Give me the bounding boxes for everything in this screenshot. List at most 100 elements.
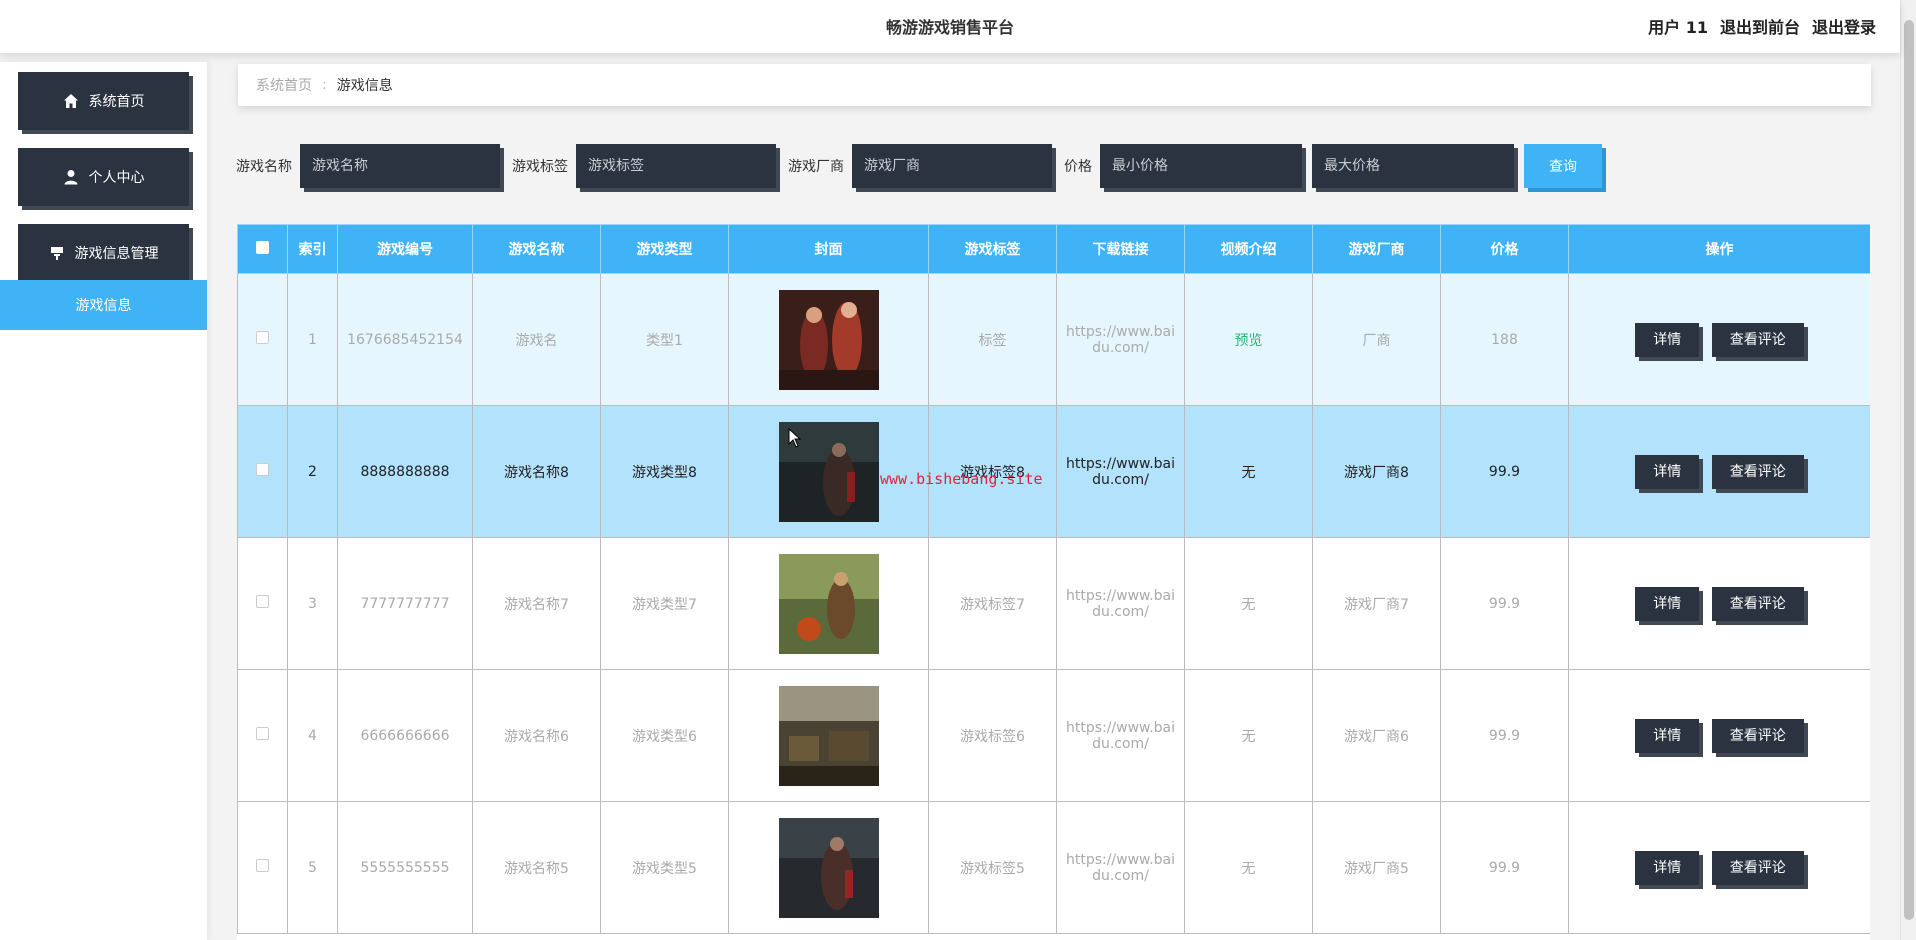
price-label: 价格 [1064,159,1092,175]
cell-actions: 详情 查看评论 [1568,537,1870,670]
cell-price: 99.9 [1440,801,1569,934]
cover-image [778,553,879,654]
row-select-cell [237,669,288,802]
home-icon [63,94,78,108]
sidebar-item-game-manage[interactable]: 游戏信息管理 [18,224,189,282]
detail-button[interactable]: 详情 [1635,718,1700,753]
detail-button[interactable]: 详情 [1635,850,1700,885]
table-row[interactable]: 1 1676685452154 游戏名 类型1 标签 https://www.b… [237,273,1870,406]
row-select-cell [237,801,288,934]
cell-cover [728,669,929,802]
cell-index: 3 [287,537,338,670]
sidebar-item-personal[interactable]: 个人中心 [18,148,189,206]
search-button[interactable]: 查询 [1524,144,1602,188]
cell-name: 游戏名称7 [472,537,601,670]
row-checkbox[interactable] [256,727,269,740]
game-name-input[interactable] [300,144,500,188]
logout-link[interactable]: 退出登录 [1812,14,1876,38]
cover-image [778,685,879,786]
breadcrumb: 系统首页 : 游戏信息 [238,64,1871,106]
cell-video: 无 [1184,801,1313,934]
name-label: 游戏名称 [236,159,292,175]
cell-code: 8888888888 [337,405,473,538]
cell-tag: 游戏标签6 [928,669,1057,802]
row-checkbox[interactable] [256,595,269,608]
mouse-cursor-icon [788,428,802,448]
vendor-label: 游戏厂商 [788,159,844,175]
select-all-cell[interactable] [237,224,288,274]
sidebar-subitem-game-info[interactable]: 游戏信息 [0,280,207,330]
cell-type: 游戏类型5 [600,801,729,934]
col-header: 封面 [728,224,929,274]
top-header: 畅游游戏销售平台 用户 11 退出到前台 退出登录 [0,0,1900,53]
tag-label: 游戏标签 [512,159,568,175]
view-comments-button[interactable]: 查看评论 [1711,850,1804,885]
breadcrumb-home[interactable]: 系统首页 [256,75,312,95]
cell-vendor: 厂商 [1312,273,1441,406]
row-checkbox[interactable] [256,859,269,872]
cell-code: 5555555555 [337,801,473,934]
col-header: 索引 [287,224,338,274]
cell-tag: 标签 [928,273,1057,406]
table-row[interactable]: 4 6666666666 游戏名称6 游戏类型6 游戏标签6 https://w… [237,669,1870,802]
col-header: 游戏标签 [928,224,1057,274]
watermark-text: www.bishebang.site [880,470,1043,488]
game-tag-input[interactable] [576,144,776,188]
cell-video: 无 [1184,669,1313,802]
view-comments-button[interactable]: 查看评论 [1711,718,1804,753]
cell-link[interactable]: https://www.baidu.com/ [1056,669,1185,802]
cell-tag: 游戏标签7 [928,537,1057,670]
cell-link[interactable]: https://www.baidu.com/ [1056,273,1185,406]
row-checkbox[interactable] [256,463,269,476]
breadcrumb-separator: : [322,77,327,93]
view-comments-button[interactable]: 查看评论 [1711,454,1804,489]
page-scrollbar[interactable] [1900,0,1916,940]
cell-cover [728,801,929,934]
cell-link[interactable]: https://www.baidu.com/ [1056,801,1185,934]
table-row[interactable]: 5 5555555555 游戏名称5 游戏类型5 游戏标签5 https://w… [237,801,1870,934]
col-header: 价格 [1440,224,1569,274]
user-area: 用户 11 退出到前台 退出登录 [1648,14,1876,38]
cell-index: 1 [287,273,338,406]
max-price-input[interactable] [1312,144,1514,188]
manage-icon [50,247,63,260]
cell-tag: 游戏标签5 [928,801,1057,934]
sidebar: 系统首页 个人中心 游戏信息管理 游戏信息 [0,62,207,940]
to-front-link[interactable]: 退出到前台 [1720,14,1800,38]
app-title: 畅游游戏销售平台 [885,18,1014,37]
game-vendor-input[interactable] [852,144,1052,188]
row-checkbox[interactable] [256,331,269,344]
table-header-row: 索引 游戏编号 游戏名称 游戏类型 封面 游戏标签 下载链接 视频介绍 游戏厂商… [237,224,1870,274]
search-bar: 游戏名称 游戏标签 游戏厂商 价格 查询 [236,144,1602,188]
cell-video: 无 [1184,537,1313,670]
table-row[interactable]: 2 8888888888 游戏名称8 游戏类型8 游戏标签8 https://w… [237,405,1870,538]
cell-name: 游戏名称8 [472,405,601,538]
table-row[interactable]: 3 7777777777 游戏名称7 游戏类型7 游戏标签7 https://w… [237,537,1870,670]
detail-button[interactable]: 详情 [1635,322,1700,357]
sidebar-item-home[interactable]: 系统首页 [18,72,189,130]
cell-index: 2 [287,405,338,538]
select-all-checkbox[interactable] [256,240,269,254]
cell-actions: 详情 查看评论 [1568,405,1870,538]
user-icon [64,170,77,185]
cover-image [778,289,879,390]
game-table: 索引 游戏编号 游戏名称 游戏类型 封面 游戏标签 下载链接 视频介绍 游戏厂商… [237,224,1870,940]
detail-button[interactable]: 详情 [1635,586,1700,621]
cell-index: 5 [287,801,338,934]
min-price-input[interactable] [1100,144,1302,188]
cell-name: 游戏名 [472,273,601,406]
detail-button[interactable]: 详情 [1635,454,1700,489]
cell-actions: 详情 查看评论 [1568,801,1870,934]
cell-actions: 详情 查看评论 [1568,273,1870,406]
col-header: 操作 [1568,224,1870,274]
scrollbar-thumb[interactable] [1904,20,1914,920]
col-header: 游戏编号 [337,224,473,274]
cell-price: 188 [1440,273,1569,406]
cell-vendor: 游戏厂商7 [1312,537,1441,670]
cell-cover [728,537,929,670]
cell-link[interactable]: https://www.baidu.com/ [1056,537,1185,670]
view-comments-button[interactable]: 查看评论 [1711,586,1804,621]
view-comments-button[interactable]: 查看评论 [1711,322,1804,357]
cell-video-preview[interactable]: 预览 [1184,273,1313,406]
cell-link[interactable]: https://www.baidu.com/ [1056,405,1185,538]
